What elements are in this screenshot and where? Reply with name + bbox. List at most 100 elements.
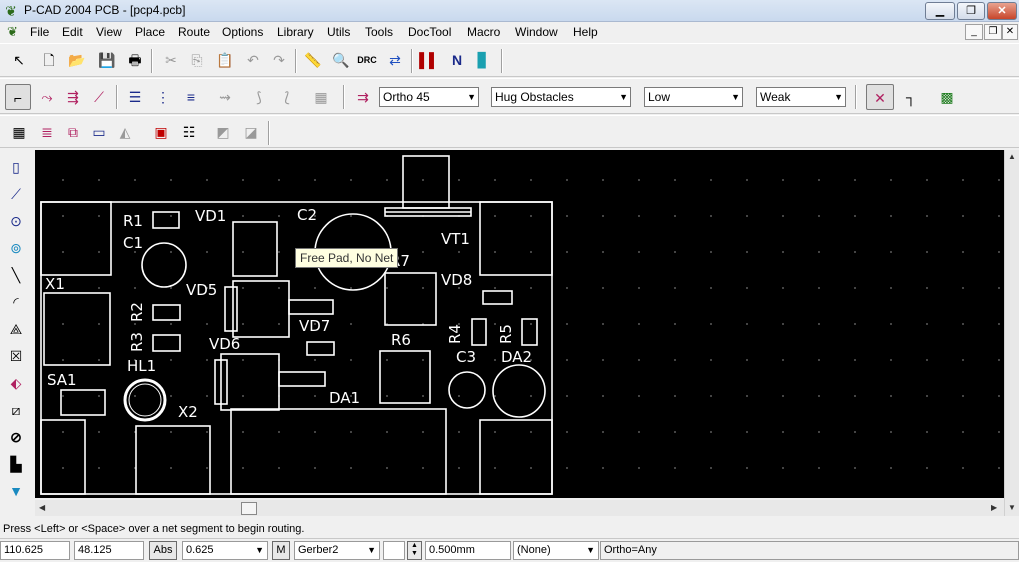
- net-dropdown[interactable]: (None) ▼: [513, 541, 599, 560]
- place-component-icon[interactable]: ▯: [6, 156, 26, 178]
- redo-icon[interactable]: ↷: [268, 49, 290, 71]
- scroll-up-icon[interactable]: ▲: [1008, 152, 1016, 161]
- horizontal-scroll-thumb[interactable]: [241, 502, 257, 515]
- close-button[interactable]: ✕: [987, 2, 1017, 20]
- abs-button[interactable]: Abs: [149, 541, 177, 560]
- horizontal-scrollbar[interactable]: ◀ ▶: [35, 500, 1004, 516]
- measure-icon[interactable]: 📏: [302, 49, 324, 71]
- route-swap-icon[interactable]: ⇄: [384, 49, 406, 71]
- place-via-icon[interactable]: ⊚: [6, 237, 26, 259]
- route-multi-icon[interactable]: ⤳: [36, 86, 58, 108]
- copy-icon[interactable]: ⎘: [186, 49, 208, 71]
- layer-blue-icon[interactable]: N: [446, 49, 468, 71]
- menu-view[interactable]: View: [96, 25, 122, 39]
- x-coordinate-field[interactable]: 110.625: [0, 541, 70, 560]
- place-fill-icon[interactable]: ⬖: [6, 372, 26, 394]
- scroll-left-icon[interactable]: ◀: [39, 503, 45, 512]
- copper-pour-icon[interactable]: ◩: [212, 121, 234, 143]
- board-outline-icon[interactable]: ▣: [150, 121, 172, 143]
- restore-button[interactable]: ❐: [957, 2, 985, 20]
- trace-width-dropdown[interactable]: 0.500mm: [425, 541, 511, 560]
- menu-window[interactable]: Window: [515, 25, 558, 39]
- layers-stack-icon[interactable]: ⧉: [62, 121, 84, 143]
- route-arc-icon[interactable]: ⟅: [276, 86, 298, 108]
- strength-dropdown[interactable]: Weak ▼: [756, 87, 846, 107]
- layer-red-icon[interactable]: ▌▌: [418, 49, 440, 71]
- label-vd1: VD1: [195, 207, 226, 225]
- menu-place[interactable]: Place: [135, 25, 165, 39]
- route-mode-dropdown[interactable]: Ortho 45 ▼: [379, 87, 479, 107]
- cutout-icon[interactable]: ◪: [240, 121, 262, 143]
- save-icon[interactable]: 💾: [96, 49, 118, 71]
- route-interactive-icon[interactable]: ⇶: [62, 86, 84, 108]
- place-text-icon[interactable]: ▼: [6, 480, 26, 502]
- route-chip-icon[interactable]: ▩: [936, 86, 958, 108]
- menu-route[interactable]: Route: [178, 25, 210, 39]
- route-miter-icon[interactable]: ⟋: [88, 86, 110, 108]
- mdi-minimize-button[interactable]: _: [965, 24, 983, 40]
- level-dropdown[interactable]: Low ▼: [644, 87, 743, 107]
- layer-dropdown[interactable]: Gerber2 ▼: [294, 541, 380, 560]
- place-polygon-icon[interactable]: ⟁: [6, 318, 26, 340]
- drc-icon[interactable]: DRC: [356, 49, 378, 71]
- menu-help[interactable]: Help: [573, 25, 598, 39]
- label-r3: R3: [128, 332, 146, 352]
- route-bend-icon[interactable]: ⟆: [248, 86, 270, 108]
- menu-options[interactable]: Options: [222, 25, 263, 39]
- open-folder-icon[interactable]: 📂: [66, 49, 88, 71]
- route-corner-icon[interactable]: ┐: [900, 86, 922, 108]
- place-keepout-icon[interactable]: ☒: [6, 345, 26, 367]
- spreadsheet-icon[interactable]: ▦: [8, 121, 30, 143]
- print-icon[interactable]: 🖶: [124, 49, 146, 71]
- app-icon[interactable]: ❦: [3, 3, 19, 19]
- metric-button[interactable]: M: [272, 541, 290, 560]
- layer-color-swatch[interactable]: [383, 541, 405, 560]
- document-icon[interactable]: ❦: [7, 24, 18, 40]
- mdi-close-button[interactable]: ✕: [1002, 24, 1018, 40]
- menu-doctool[interactable]: DocTool: [408, 25, 451, 39]
- scroll-right-icon[interactable]: ▶: [991, 503, 997, 512]
- pad-stack-icon[interactable]: ▭: [88, 121, 110, 143]
- place-arc-icon[interactable]: ◜: [6, 291, 26, 313]
- paste-icon[interactable]: 📋: [214, 49, 236, 71]
- route-grid-icon[interactable]: ▦: [310, 86, 332, 108]
- menu-edit[interactable]: Edit: [62, 25, 83, 39]
- chevron-down-icon: ▼: [619, 92, 628, 102]
- list-icon[interactable]: ☷: [178, 121, 200, 143]
- route-tune-icon[interactable]: ⇝: [214, 86, 236, 108]
- plane-icon[interactable]: ◭: [114, 121, 136, 143]
- no-entry-icon[interactable]: ⊘: [6, 426, 26, 448]
- layer-cyan-icon[interactable]: ▊: [472, 49, 494, 71]
- scroll-down-icon[interactable]: ▼: [1008, 503, 1016, 512]
- place-connection-icon[interactable]: ⟋: [6, 183, 26, 205]
- mdi-restore-button[interactable]: ❐: [984, 24, 1002, 40]
- undo-icon[interactable]: ↶: [242, 49, 264, 71]
- y-coordinate-field[interactable]: 48.125: [74, 541, 144, 560]
- menu-tools[interactable]: Tools: [365, 25, 393, 39]
- route-fanout-icon[interactable]: ⋮: [152, 86, 174, 108]
- menu-macro[interactable]: Macro: [467, 25, 500, 39]
- width-spinner[interactable]: ▲ ▼: [407, 541, 422, 560]
- menu-utils[interactable]: Utils: [327, 25, 350, 39]
- pcb-canvas[interactable]: R1 VD1 C2 C1 VT1 X1 R7 VD5 VD8 R2 VD7 R4…: [35, 150, 1004, 498]
- vertical-scrollbar[interactable]: ▲ ▼: [1004, 150, 1019, 516]
- place-plane-icon[interactable]: ⧄: [6, 399, 26, 421]
- zoom-icon[interactable]: 🔍: [330, 49, 352, 71]
- menu-file[interactable]: File: [30, 25, 49, 39]
- minimize-button[interactable]: ▁: [925, 2, 955, 20]
- layers-icon[interactable]: ≣: [36, 121, 58, 143]
- obstacle-dropdown[interactable]: Hug Obstacles ▼: [491, 87, 631, 107]
- place-point-icon[interactable]: ▙: [6, 453, 26, 475]
- select-arrow-icon[interactable]: ↖: [8, 49, 30, 71]
- route-options-icon[interactable]: ✕: [866, 84, 894, 110]
- place-pad-icon[interactable]: ⊙: [6, 210, 26, 232]
- new-file-icon[interactable]: 🗋: [38, 49, 60, 71]
- grid-dropdown[interactable]: 0.625 ▼: [182, 541, 268, 560]
- route-bus-icon[interactable]: ☰: [124, 86, 146, 108]
- route-manual-icon[interactable]: ⌐: [5, 84, 31, 110]
- route-push-icon[interactable]: ≡: [180, 86, 202, 108]
- route-mode-icon[interactable]: ⇉: [352, 86, 374, 108]
- menu-library[interactable]: Library: [277, 25, 314, 39]
- cut-icon[interactable]: ✂: [160, 49, 182, 71]
- place-line-icon[interactable]: ╲: [6, 264, 26, 286]
